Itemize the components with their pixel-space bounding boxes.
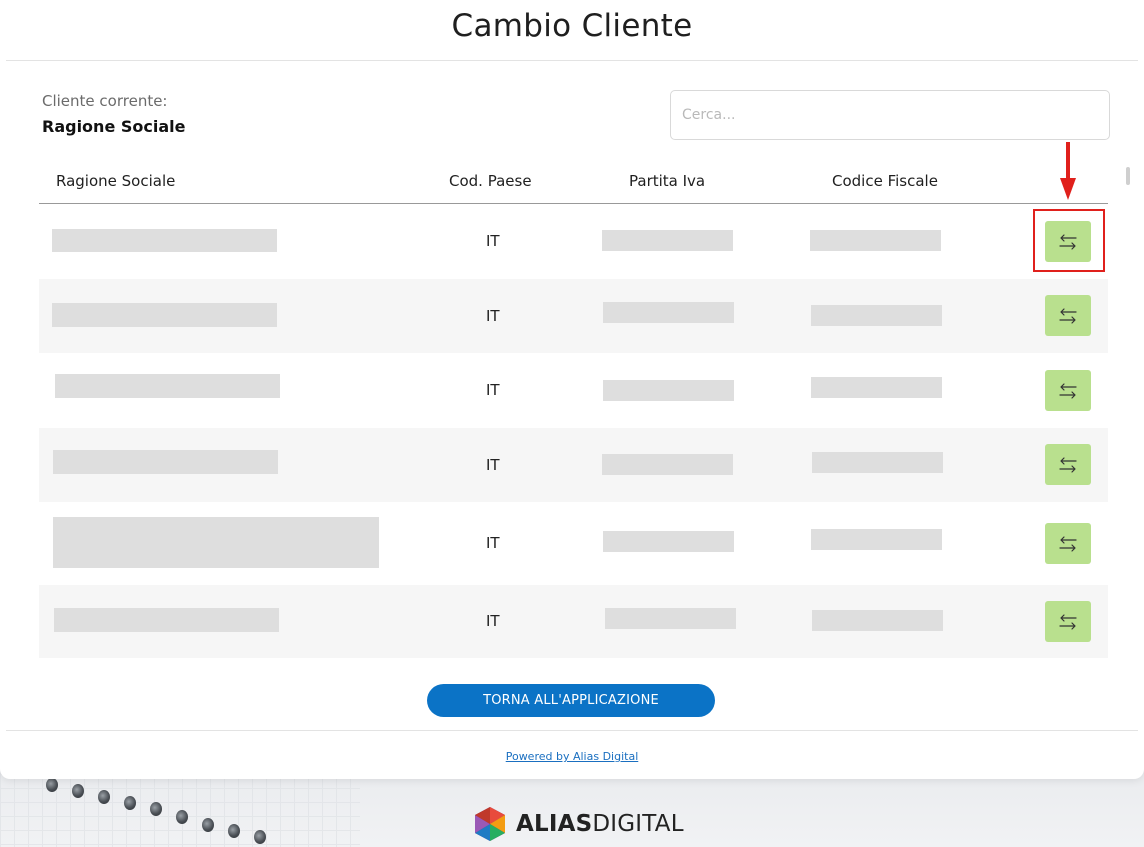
switch-client-button[interactable] — [1045, 295, 1091, 336]
notebook-ring — [72, 784, 84, 798]
redacted-partita-iva — [602, 454, 733, 475]
redacted-partita-iva — [603, 380, 734, 401]
switch-client-button[interactable] — [1045, 523, 1091, 564]
cod-paese-cell: IT — [486, 381, 500, 399]
redacted-codice-fiscale — [812, 610, 943, 631]
switch-arrows-icon — [1059, 307, 1077, 324]
redacted-codice-fiscale — [811, 529, 942, 550]
notebook-ring — [150, 802, 162, 816]
redacted-codice-fiscale — [811, 377, 942, 398]
table-row: IT — [39, 428, 1108, 502]
redacted-ragione-sociale — [54, 608, 279, 632]
redacted-codice-fiscale — [811, 305, 942, 326]
switch-arrows-icon — [1059, 233, 1077, 250]
switch-arrows-icon — [1059, 382, 1077, 399]
redacted-ragione-sociale — [55, 374, 280, 398]
cod-paese-cell: IT — [486, 534, 500, 552]
table-row: IT — [39, 353, 1108, 428]
redacted-codice-fiscale — [810, 230, 941, 251]
logo-icon — [475, 807, 505, 841]
back-to-application-button[interactable]: TORNA ALL'APPLICAZIONE — [427, 684, 715, 717]
cod-paese-cell: IT — [486, 456, 500, 474]
current-client-value: Ragione Sociale — [42, 117, 186, 136]
cod-paese-cell: IT — [486, 612, 500, 630]
cod-paese-cell: IT — [486, 307, 500, 325]
table-row: IT — [39, 204, 1108, 279]
redacted-partita-iva — [602, 230, 733, 251]
switch-arrows-icon — [1059, 613, 1077, 630]
redacted-ragione-sociale — [52, 303, 277, 327]
redacted-ragione-sociale — [53, 450, 278, 474]
red-arrow-down-icon — [1060, 142, 1076, 200]
table-row: IT — [39, 279, 1108, 353]
client-switch-card: Cambio Cliente Cliente corrente: Ragione… — [0, 0, 1144, 779]
column-header-ragione-sociale: Ragione Sociale — [56, 172, 176, 190]
notebook-ring — [46, 778, 58, 792]
page-title: Cambio Cliente — [451, 8, 693, 44]
cod-paese-cell: IT — [486, 232, 500, 250]
notebook-ring — [202, 818, 214, 832]
notebook-ring — [98, 790, 110, 804]
redacted-partita-iva — [603, 302, 734, 323]
switch-client-button[interactable] — [1045, 221, 1091, 262]
divider — [6, 730, 1138, 731]
switch-arrows-icon — [1059, 535, 1077, 552]
switch-arrows-icon — [1059, 456, 1077, 473]
redacted-ragione-sociale — [53, 517, 379, 568]
notebook-ring — [176, 810, 188, 824]
notebook-ring — [254, 830, 266, 844]
switch-client-button[interactable] — [1045, 601, 1091, 642]
logo-text-light: DIGITAL — [592, 811, 684, 837]
divider — [6, 60, 1138, 61]
powered-by-link[interactable]: Powered by Alias Digital — [0, 750, 1144, 763]
logo-text-bold: ALIAS — [516, 811, 593, 837]
column-header-partita-iva: Partita Iva — [629, 172, 706, 190]
notebook-ring — [228, 824, 240, 838]
redacted-codice-fiscale — [812, 452, 943, 473]
column-header-cod-paese: Cod. Paese — [449, 172, 532, 190]
search-input[interactable] — [670, 90, 1110, 140]
alias-digital-logo: ALIASDIGITAL — [472, 806, 684, 842]
scrollbar[interactable] — [1126, 167, 1130, 185]
logo-text: ALIASDIGITAL — [516, 811, 684, 837]
switch-client-button[interactable] — [1045, 370, 1091, 411]
current-client-label: Cliente corrente: — [42, 92, 168, 110]
redacted-partita-iva — [605, 608, 736, 629]
switch-client-button[interactable] — [1045, 444, 1091, 485]
redacted-partita-iva — [603, 531, 734, 552]
notebook-ring — [124, 796, 136, 810]
table-row: IT — [39, 585, 1108, 658]
column-header-codice-fiscale: Codice Fiscale — [832, 172, 938, 190]
redacted-ragione-sociale — [52, 229, 277, 252]
table-row: IT — [39, 502, 1108, 585]
